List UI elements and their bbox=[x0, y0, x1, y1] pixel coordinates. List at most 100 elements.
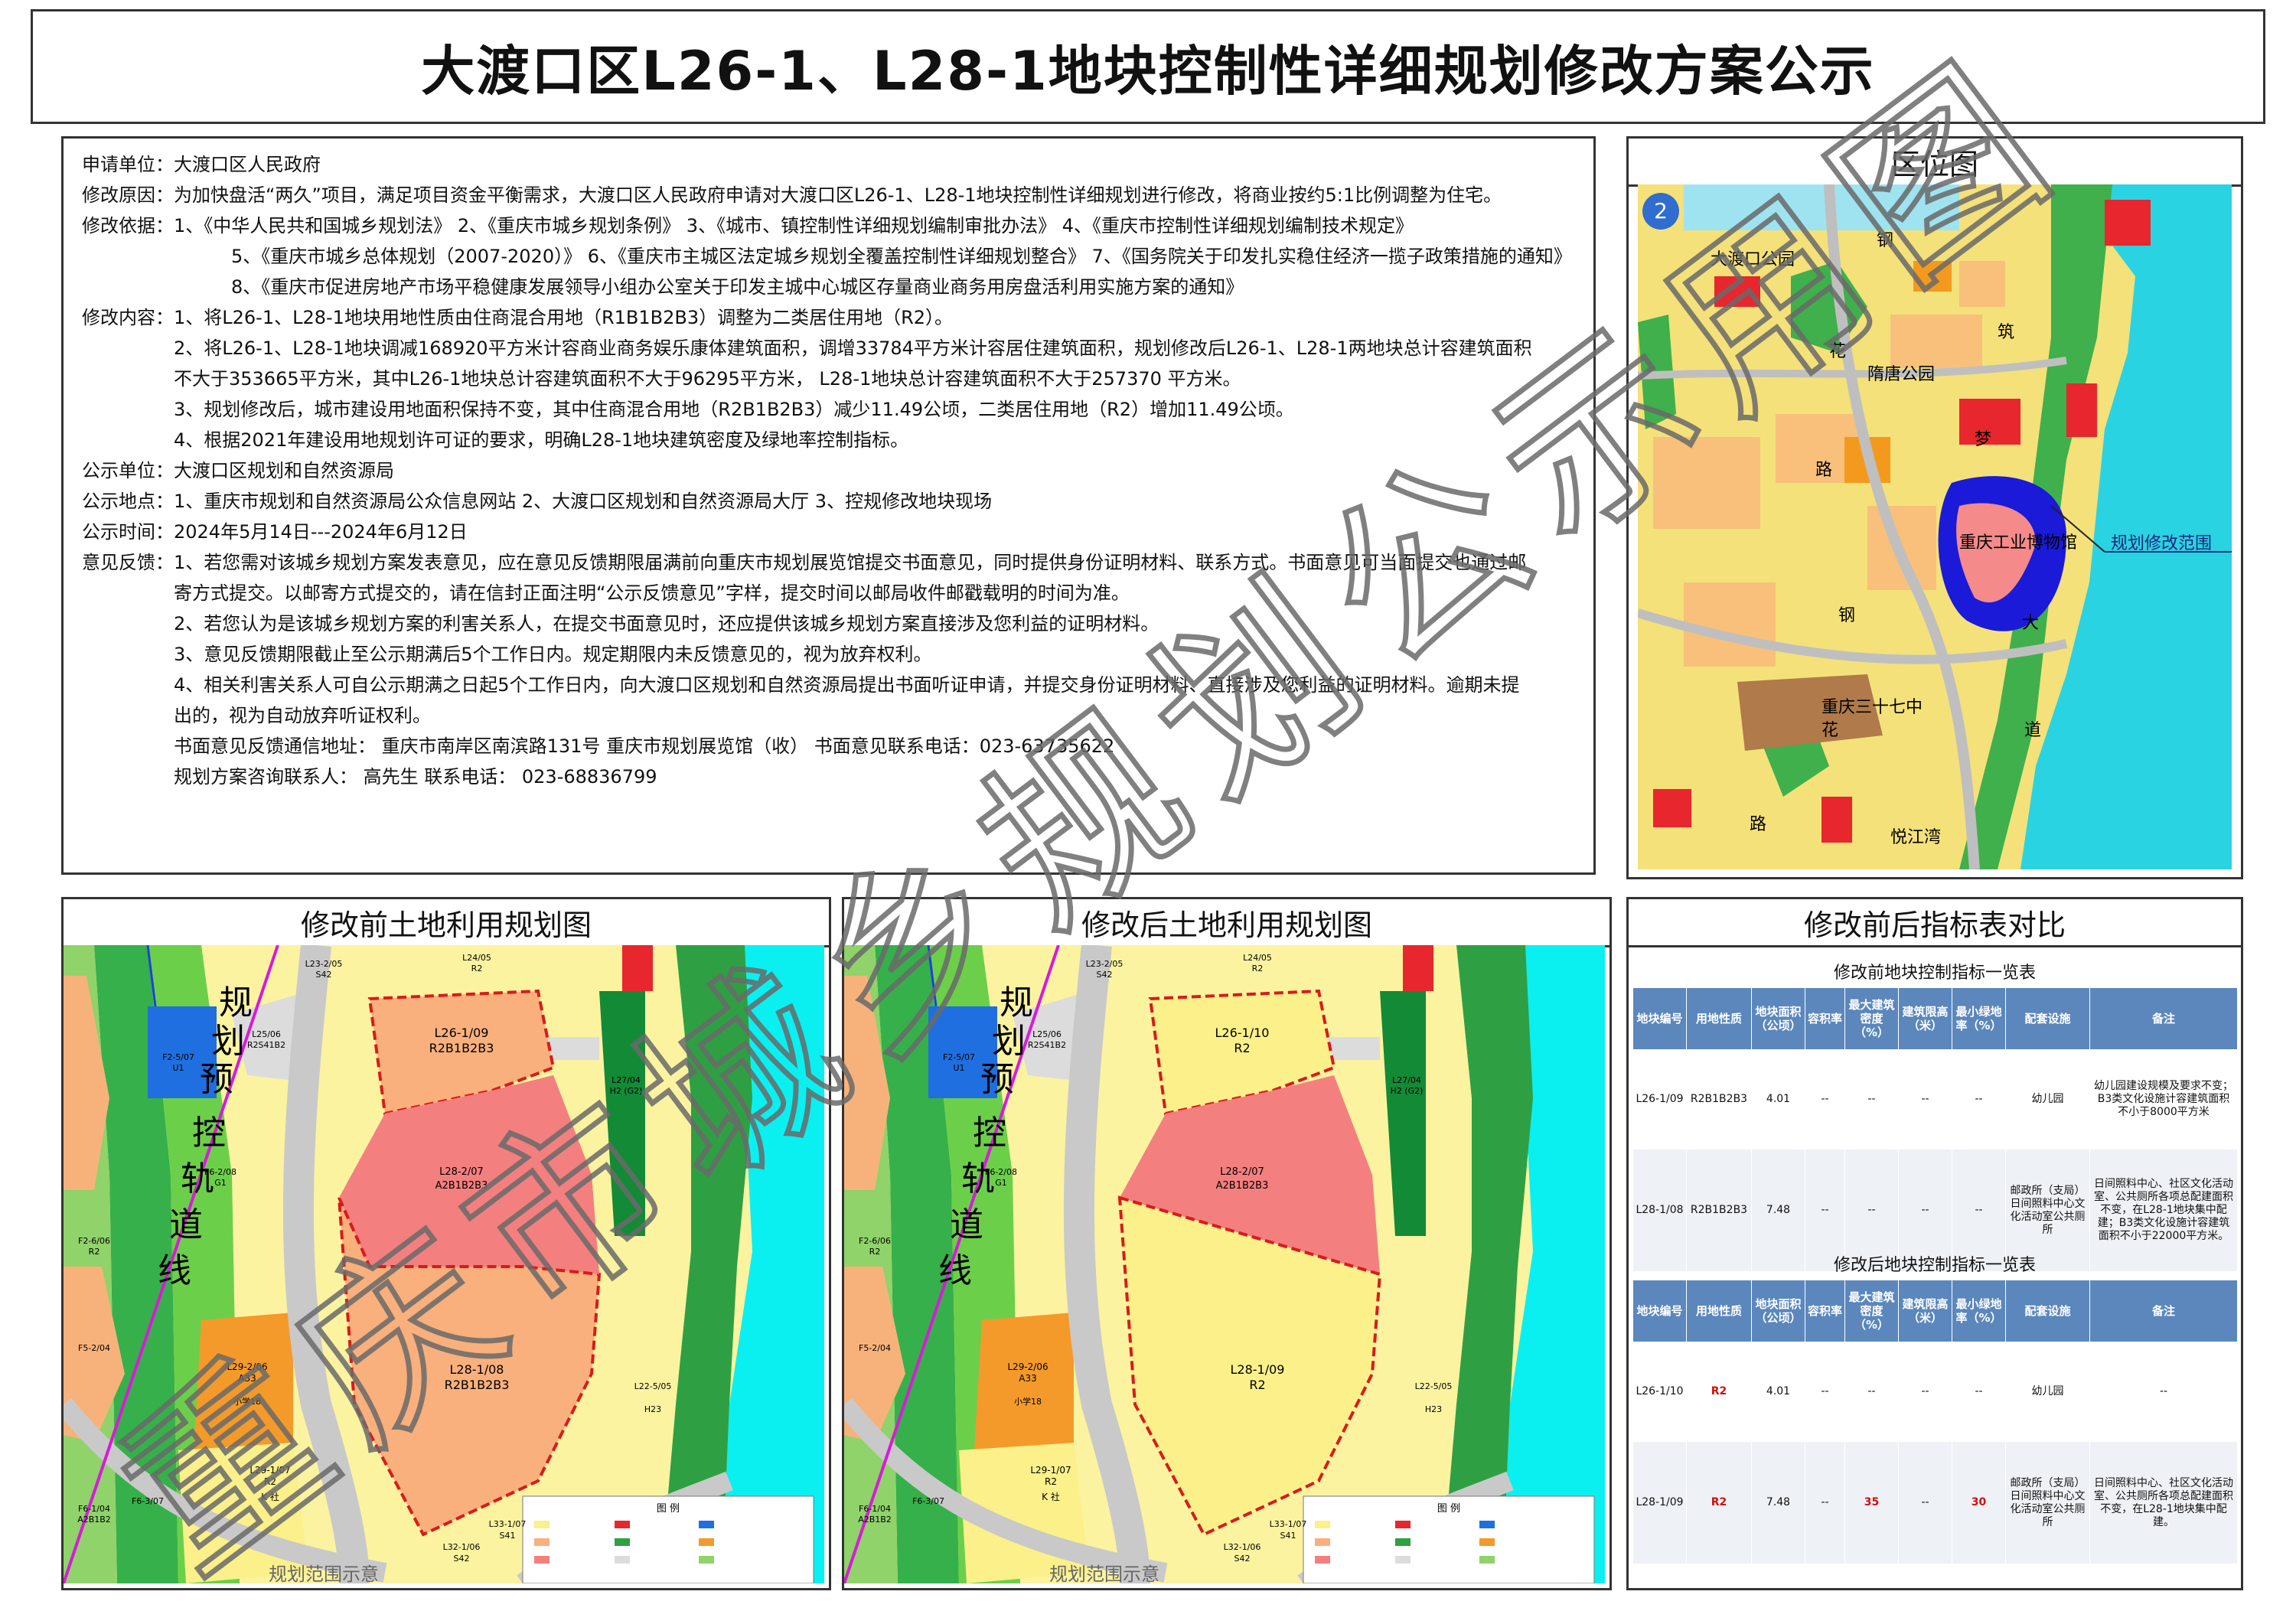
address-line: 书面意见反馈通信地址： 重庆市南岸区南滨路131号 重庆市规划展览馆（收） 书面… bbox=[82, 731, 1575, 761]
table-cell: 35 bbox=[1844, 1441, 1899, 1564]
plot-use: R2B1B2B3 bbox=[445, 1378, 510, 1392]
plot-label: L25/06 bbox=[252, 1029, 281, 1039]
map-footer: 规划范围示意 bbox=[1049, 1564, 1159, 1583]
plot-label: F2-6/06 bbox=[859, 1236, 891, 1246]
plot-use: H2 (G2) bbox=[1391, 1086, 1424, 1096]
plot-use: R2S41B2 bbox=[1028, 1040, 1066, 1050]
plot-use: R2 bbox=[89, 1247, 100, 1257]
plot-label: F6-2/08 bbox=[204, 1167, 236, 1177]
plot-label: L29-1/07 bbox=[249, 1465, 290, 1476]
rail-char: 规 bbox=[219, 983, 253, 1022]
table-header-cell: 地块编号 bbox=[1632, 987, 1687, 1050]
plot-use: G1 bbox=[214, 1178, 227, 1188]
feedback-line: 3、意见反馈期限截止至公示期满后5个工作日内。规定期限内未反馈意见的，视为放弃权… bbox=[82, 639, 1575, 670]
feedback-item: 3、意见反馈期限截止至公示期满后5个工作日内。规定期限内未反馈意见的，视为放弃权… bbox=[174, 644, 932, 665]
plot-label: L32-1/06 bbox=[1224, 1542, 1261, 1552]
plot-sub: K 社 bbox=[1042, 1491, 1060, 1502]
table-cell: 幼儿园建设规模及要求不变；B3类文化设施计容建筑面积不小于8000平方米 bbox=[2089, 1049, 2238, 1150]
basis-label: 修改依据： bbox=[82, 215, 174, 236]
label-road: 路 bbox=[1815, 461, 1832, 480]
legend-title: 图 例 bbox=[1437, 1503, 1460, 1515]
table-header-cell: 配套设施 bbox=[2005, 1280, 2090, 1342]
plot-use: A33 bbox=[238, 1373, 256, 1384]
table-row: L28-1/09 R2 7.48 -- 35 -- 30 邮政所（支局）日间照料中心文化活动室… bbox=[1632, 1441, 2238, 1564]
content-line: 4、根据2021年建设用地规划许可证的要求，明确L28-1地块建筑密度及绿地率控… bbox=[82, 425, 1575, 455]
table-header-cell: 地块面积（公顷） bbox=[1751, 1280, 1805, 1342]
basis-item: 1、《中华人民共和国城乡规划法》 2、《重庆市城乡规划条例》 3、《城市、镇控制… bbox=[174, 215, 1414, 236]
feedback-line: 寄方式提交。以邮寄方式提交的，请在信封正面注明“公示反馈意见”字样，提交时间以邮… bbox=[82, 578, 1575, 608]
legend-title: 图 例 bbox=[657, 1503, 680, 1515]
plot-use: H23 bbox=[1425, 1404, 1442, 1414]
rail-char: 道 bbox=[950, 1205, 983, 1244]
feedback-line: 出的，视为自动放弃听证权利。 bbox=[82, 700, 1575, 731]
feedback-line: 2、若您认为是该城乡规划方案的利害关系人，在提交书面意见时，还应提供该城乡规划方… bbox=[82, 608, 1575, 639]
content-item: 2、将L26-1、L28-1地块调减168920平方米计容商业商务娱乐康体建筑面… bbox=[174, 338, 1532, 359]
content-item: 1、将L26-1、L28-1地块用地性质由住商混合用地（R1B1B2B3）调整为… bbox=[174, 307, 954, 328]
rail-char: 划 bbox=[211, 1022, 245, 1061]
table-header-cell: 配套设施 bbox=[2005, 987, 2090, 1050]
table-cell: L26-1/09 bbox=[1632, 1049, 1687, 1150]
content-line: 修改内容： 1、将L26-1、L28-1地块用地性质由住商混合用地（R1B1B2B… bbox=[82, 302, 1575, 333]
table-cell: -- bbox=[1805, 1441, 1845, 1564]
table-cell: -- bbox=[1805, 1342, 1845, 1442]
plot-use: A2B1B2B3 bbox=[1216, 1180, 1269, 1192]
table-header-cell: 备注 bbox=[2089, 1280, 2238, 1342]
applicant-line: 申请单位： 大渡口区人民政府 bbox=[82, 149, 1575, 180]
after-map-svg: 图 例 规 划 预 控 轨 道 线 L26-1/10 R2 L28-2/07 A… bbox=[844, 945, 1605, 1588]
rail-char: 划 bbox=[992, 1022, 1026, 1061]
reason-label: 修改原因： bbox=[82, 184, 174, 206]
rail-char: 线 bbox=[938, 1251, 972, 1290]
comparison-title: 修改前后指标表对比 bbox=[1629, 899, 2241, 947]
table-cell: 邮政所（支局）日间照料中心文化活动室公共厕所 bbox=[2005, 1441, 2090, 1564]
feedback-item: 1、若您需对该城乡规划方案发表意见，应在意见反馈期限届满前向重庆市规划展览馆提交… bbox=[174, 552, 1527, 573]
plot-label: L24/05 bbox=[1243, 953, 1272, 963]
plot-use: R2 bbox=[1045, 1476, 1057, 1487]
table-cell: 幼儿园 bbox=[2005, 1342, 2090, 1442]
plot-use: S42 bbox=[1234, 1554, 1251, 1564]
table-cell: 4.01 bbox=[1751, 1342, 1805, 1442]
plot-use: A2B1B2 bbox=[77, 1515, 111, 1525]
before-index-table: 地块编号 用地性质 地块面积（公顷） 容积率 最大建筑密度（%） 建筑限高（米） 最小绿地率… bbox=[1632, 987, 2238, 1272]
label-road: 花 bbox=[1829, 342, 1846, 361]
plot-label: F5-2/04 bbox=[859, 1343, 891, 1353]
table-cell: -- bbox=[1952, 1342, 2006, 1442]
plot-use: S42 bbox=[1097, 970, 1113, 980]
plot-label: L32-1/06 bbox=[443, 1542, 481, 1552]
plot-sub: 小学18 bbox=[1014, 1396, 1042, 1407]
rail-char: 规 bbox=[1000, 983, 1033, 1022]
place-line: 公示地点： 1、重庆市规划和自然资源局公众信息网站 2、大渡口区规划和自然资源局大… bbox=[82, 486, 1575, 517]
plot-label: L29-1/07 bbox=[1030, 1465, 1071, 1476]
table-cell: -- bbox=[1952, 1049, 2006, 1150]
plot-label: F5-2/04 bbox=[78, 1343, 110, 1353]
before-map-svg: 图 例 规 划 预 控 轨 道 线 L26-1/09 R2B1B2B3 L28-… bbox=[64, 945, 824, 1588]
label-road: 筑 bbox=[1998, 323, 2014, 342]
table-cell: L28-1/09 bbox=[1632, 1441, 1687, 1564]
before-table-caption: 修改前地块控制指标一览表 bbox=[1833, 964, 2036, 983]
plot-label: L27/04 bbox=[612, 1075, 641, 1085]
unit-label: 公示单位： bbox=[82, 460, 174, 481]
table-header-cell: 最大建筑密度（%） bbox=[1844, 987, 1899, 1050]
plot-use: S41 bbox=[1280, 1531, 1296, 1541]
table-row: L26-1/10 R2 4.01 -- -- -- -- 幼儿园 -- bbox=[1632, 1342, 2238, 1442]
basis-line: 修改依据： 1、《中华人民共和国城乡规划法》 2、《重庆市城乡规划条例》 3、《城… bbox=[82, 210, 1575, 241]
plot-label: L22-5/05 bbox=[634, 1381, 672, 1391]
notice-panel: 申请单位： 大渡口区人民政府 修改原因： 为加快盘活“两久”项目，满足项目资金平衡需… bbox=[61, 136, 1596, 875]
plot-label: L26-1/10 bbox=[1215, 1026, 1270, 1040]
table-cell: 幼儿园 bbox=[2005, 1049, 2090, 1150]
feedback-label: 意见反馈： bbox=[82, 552, 174, 573]
reason-value: 为加快盘活“两久”项目，满足项目资金平衡需求，大渡口区人民政府申请对大渡口区L2… bbox=[174, 184, 1502, 206]
basis-item: 8、《重庆市促进房地产市场平稳健康发展领导小组办公室关于印发主城中心城区存量商业… bbox=[231, 276, 1244, 298]
plot-label: L24/05 bbox=[462, 953, 491, 963]
rail-char: 道 bbox=[169, 1205, 203, 1244]
plot-use: G1 bbox=[995, 1178, 1007, 1188]
table-cell: 4.01 bbox=[1751, 1049, 1805, 1150]
label-road: 大 bbox=[2022, 614, 2039, 633]
content-item: 不大于353665平方米，其中L26-1地块总计容建筑面积不大于96295平方米… bbox=[174, 368, 1241, 390]
applicant-value: 大渡口区人民政府 bbox=[174, 154, 321, 175]
table-cell: R2 bbox=[1686, 1342, 1752, 1442]
plot-use: R2B1B2B3 bbox=[429, 1041, 494, 1055]
plot-use: U1 bbox=[953, 1063, 964, 1073]
rail-char: 线 bbox=[158, 1251, 191, 1290]
location-map-panel: 区位图 2 大渡口公园 隋唐公园 重庆工业博物馆 重庆三十七中 悦江湾 钢 花 … bbox=[1626, 136, 2243, 879]
table-cell: 日间照料中心、社区文化活动室、公共厕所各项总配建面积不变，在L28-1地块集中配… bbox=[2089, 1441, 2238, 1564]
